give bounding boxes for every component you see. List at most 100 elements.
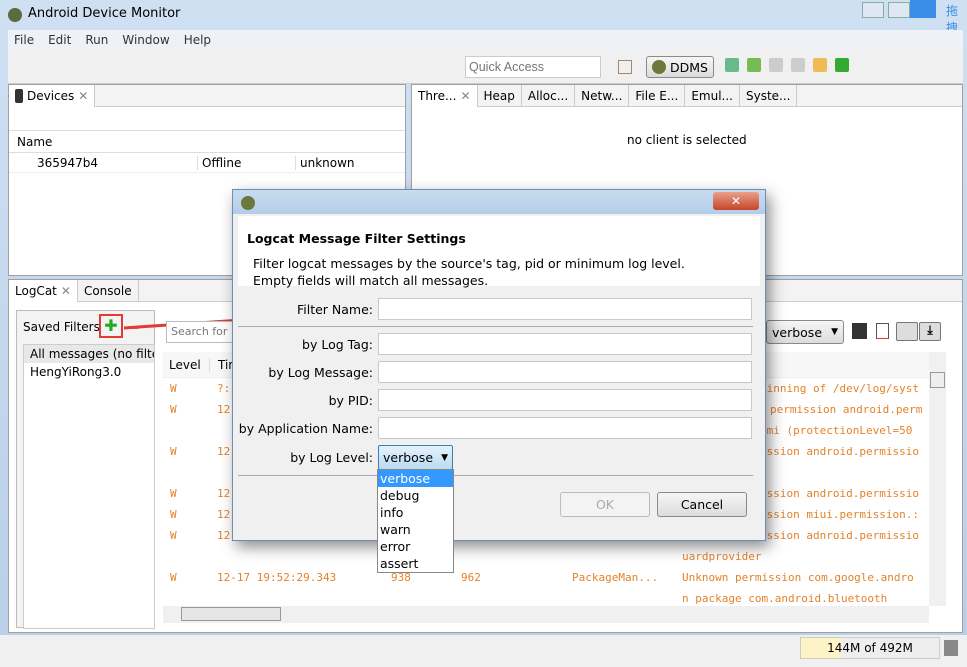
pid-input[interactable]: [378, 389, 752, 411]
log-message: ission android.permissio: [760, 445, 919, 458]
log-time: 12: [217, 487, 231, 500]
option-error[interactable]: error: [378, 538, 453, 555]
log-message: ginning of /dev/log/syst: [760, 382, 919, 395]
maximize-button[interactable]: [888, 2, 910, 18]
filter-list: All messages (no filte HengYiRong3.0: [23, 344, 155, 629]
screen-icon[interactable]: [791, 58, 805, 72]
column-level: Level: [169, 357, 201, 372]
back-icon[interactable]: [813, 58, 827, 72]
pid-label: by PID:: [328, 393, 373, 408]
app-name-label: by Application Name:: [238, 421, 373, 436]
menu-window[interactable]: Window: [122, 33, 169, 47]
option-verbose[interactable]: verbose: [378, 470, 453, 487]
dialog-log-level-select[interactable]: verbose ▼: [378, 445, 453, 470]
column-name: Name: [17, 134, 53, 149]
ddms-perspective-button[interactable]: DDMS: [646, 56, 714, 78]
option-debug[interactable]: debug: [378, 487, 453, 504]
dump-hprof-icon[interactable]: [725, 58, 739, 72]
log-tag-label: by Log Tag:: [302, 337, 373, 352]
log-time: 12: [217, 403, 231, 416]
scrollbar-thumb[interactable]: [930, 372, 945, 388]
dialog-titlebar: [233, 190, 765, 214]
close-icon[interactable]: ✕: [78, 89, 88, 103]
run-icon[interactable]: [835, 58, 849, 72]
tab-console[interactable]: Console: [78, 279, 139, 302]
log-tag-input[interactable]: [378, 333, 752, 355]
vertical-scrollbar[interactable]: [929, 352, 946, 606]
log-message: Unknown permission com.google.andro: [682, 571, 914, 584]
filter-name-label: Filter Name:: [296, 302, 373, 317]
option-warn[interactable]: warn: [378, 521, 453, 538]
cancel-button[interactable]: Cancel: [657, 492, 747, 517]
device-icon[interactable]: [747, 58, 761, 72]
menu-file[interactable]: File: [14, 33, 34, 47]
log-level-value: verbose: [772, 324, 823, 340]
close-icon[interactable]: ✕: [460, 89, 470, 103]
close-icon[interactable]: ✕: [61, 284, 71, 298]
log-message: ission miui.permission.:: [760, 508, 919, 521]
log-time: ?:: [217, 382, 231, 395]
log-tid: 962: [461, 571, 481, 584]
tab-devices[interactable]: Devices ✕: [9, 84, 96, 107]
ok-button[interactable]: OK: [560, 492, 650, 517]
garbage-collect-icon[interactable]: [944, 640, 958, 656]
menu-help[interactable]: Help: [184, 33, 211, 47]
log-level: W: [170, 487, 177, 500]
minimize-button[interactable]: [862, 2, 884, 18]
filter-name-input[interactable]: [378, 298, 752, 320]
log-time: 12: [217, 445, 231, 458]
app-icon: [8, 8, 22, 22]
dialog-icon: [241, 196, 255, 210]
tab-file-explorer[interactable]: File E...: [629, 84, 686, 107]
no-client-message: no client is selected: [627, 133, 747, 147]
tab-label: Devices: [27, 88, 75, 103]
log-message-input[interactable]: [378, 361, 752, 383]
divider: [238, 326, 753, 327]
log-level: W: [170, 529, 177, 542]
device-row[interactable]: 365947b4 Offline unknown: [9, 153, 405, 173]
tab-emulator[interactable]: Emul...: [685, 84, 740, 107]
quick-access-input[interactable]: [465, 56, 601, 78]
log-row[interactable]: W 12-17 19:52:29.343 938 962 PackageMan... Un…: [163, 571, 929, 589]
log-level: W: [170, 403, 177, 416]
scroll-lock-button[interactable]: ⤓: [919, 322, 941, 341]
tab-network[interactable]: Netw...: [575, 84, 630, 107]
horizontal-scrollbar[interactable]: [163, 606, 929, 623]
filter-item-hengyirong[interactable]: HengYiRong3.0: [24, 363, 154, 381]
dialog-close-button[interactable]: ✕: [713, 192, 759, 210]
log-row[interactable]: uardprovider: [163, 550, 929, 568]
tab-logcat[interactable]: LogCat ✕: [9, 279, 78, 302]
hscroll-thumb[interactable]: [181, 607, 281, 621]
log-message: permission android.perm: [770, 403, 923, 416]
log-message: ission adnroid.permissio: [760, 529, 919, 542]
memory-indicator[interactable]: 144M of 492M: [800, 637, 940, 659]
search-placeholder: Search for: [171, 325, 228, 338]
menu-run[interactable]: Run: [85, 33, 108, 47]
tab-allocation[interactable]: Alloc...: [522, 84, 576, 107]
app-name-input[interactable]: [378, 417, 752, 439]
filter-settings-dialog: ✕ Logcat Message Filter Settings Filter …: [232, 189, 766, 541]
saved-filters-label: Saved Filters: [23, 320, 100, 334]
tab-heap[interactable]: Heap: [478, 84, 522, 107]
open-perspective-icon[interactable]: [618, 60, 632, 74]
log-time: 12: [217, 529, 231, 542]
devices-tabbar: Devices ✕: [9, 84, 405, 107]
sync-icon[interactable]: [769, 58, 783, 72]
option-info[interactable]: info: [378, 504, 453, 521]
filter-item-all[interactable]: All messages (no filte: [24, 345, 154, 363]
clear-log-icon[interactable]: [876, 323, 889, 339]
dialog-description-2: Empty fields will match all messages.: [253, 273, 489, 288]
log-message: n package com.android.bluetooth: [682, 592, 888, 605]
log-level-select[interactable]: verbose ▼: [766, 320, 844, 344]
option-assert[interactable]: assert: [378, 555, 453, 572]
menu-edit[interactable]: Edit: [48, 33, 71, 47]
tab-system[interactable]: Syste...: [740, 84, 798, 107]
log-message-label: by Log Message:: [268, 365, 373, 380]
phone-icon: [15, 88, 23, 103]
toggle-filters-button[interactable]: [896, 322, 918, 341]
device-build: unknown: [295, 155, 355, 170]
save-icon[interactable]: [852, 323, 867, 339]
tab-threads[interactable]: Thre... ✕: [412, 84, 478, 107]
log-level: W: [170, 382, 177, 395]
toolbar-icons: [725, 58, 849, 72]
